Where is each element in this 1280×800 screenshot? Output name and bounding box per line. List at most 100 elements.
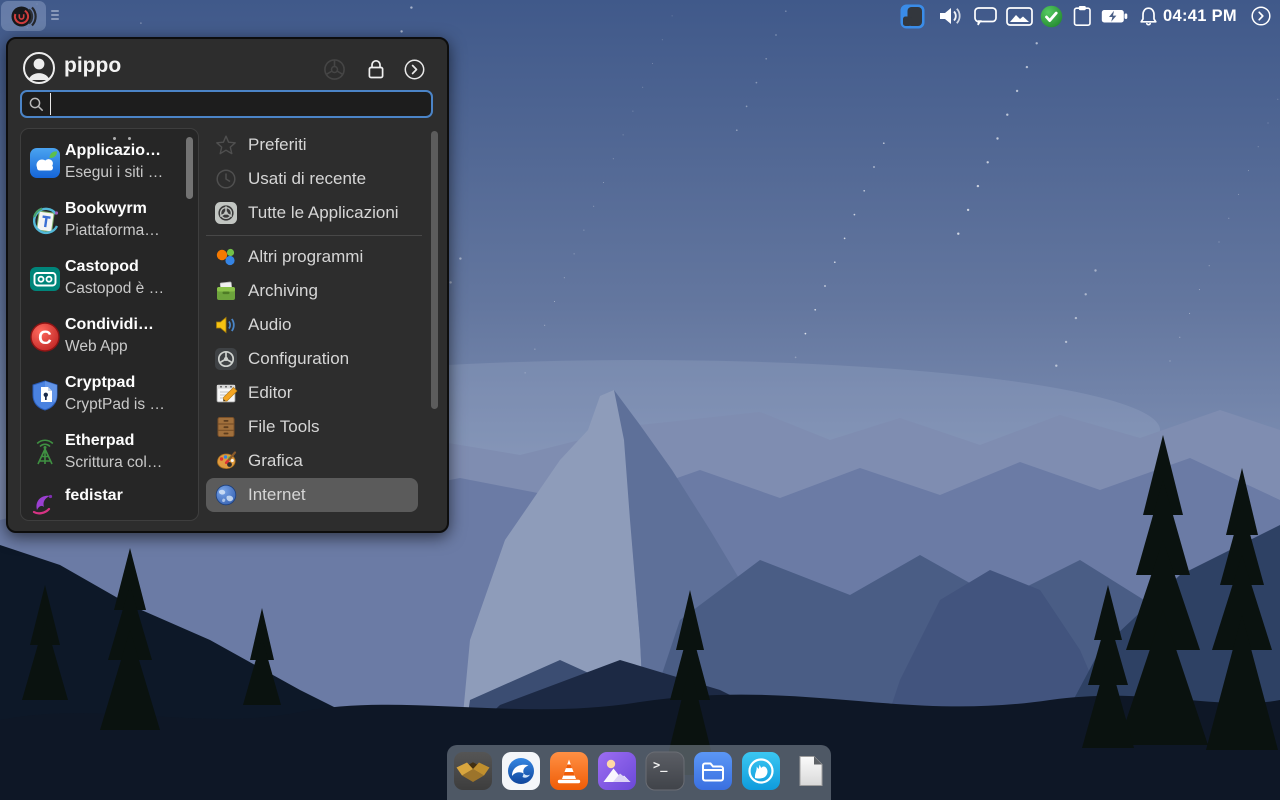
category-configuration[interactable]: Configuration <box>206 342 438 376</box>
category-grafica[interactable]: Grafica <box>206 444 438 478</box>
menu-header: pippo <box>8 39 447 91</box>
app-item-fedistar[interactable]: fedistar <box>21 481 198 521</box>
vlc-icon[interactable] <box>549 751 589 791</box>
notepad-pencil-icon <box>214 381 238 405</box>
app-name: fedistar <box>65 487 123 505</box>
bookwyrm-icon <box>29 205 61 237</box>
librewolf-icon[interactable] <box>741 751 781 791</box>
svg-text:C: C <box>38 328 52 349</box>
chat-icon[interactable] <box>974 0 998 32</box>
screenshot-icon[interactable] <box>1006 0 1033 32</box>
file-manager-icon[interactable] <box>693 751 733 791</box>
category-altri-programmi[interactable]: Altri programmi <box>206 240 438 274</box>
dock: >_ <box>447 745 831 800</box>
category-editor[interactable]: Editor <box>206 376 438 410</box>
nav-label: Usati di recente <box>248 169 366 189</box>
apps-scrollbar[interactable] <box>186 137 193 199</box>
logout-icon[interactable] <box>402 57 426 81</box>
app-desc: CryptPad is … <box>65 396 165 414</box>
fedistar-icon <box>29 487 61 519</box>
app-name: Cryptpad <box>65 374 135 392</box>
notifications-icon[interactable] <box>1139 0 1158 32</box>
category-label: Altri programmi <box>248 247 363 267</box>
clock[interactable]: 04:41 PM <box>1158 0 1242 32</box>
desktop: 04:41 PM pippo <box>0 0 1280 800</box>
speaker-icon <box>214 313 238 337</box>
app-name: Bookwyrm <box>65 200 147 218</box>
clipboard-icon[interactable] <box>1073 0 1092 32</box>
app-window-icon[interactable] <box>900 0 925 32</box>
webapps-cloud-icon <box>29 147 61 179</box>
app-name: Etherpad <box>65 432 134 450</box>
category-label: Configuration <box>248 349 349 369</box>
app-desc: Castopod è … <box>65 280 164 298</box>
app-item-applicazioni[interactable]: Applicazio… Esegui i siti … <box>21 136 198 192</box>
lock-icon[interactable] <box>364 57 388 81</box>
updates-ok-icon[interactable] <box>1040 0 1063 32</box>
nav-item-preferiti[interactable]: Preferiti <box>206 128 438 162</box>
category-file-tools[interactable]: File Tools <box>206 410 438 444</box>
thunderbird-icon[interactable] <box>501 751 541 791</box>
all-apps-wheel-icon <box>214 201 238 225</box>
archive-box-icon <box>214 279 238 303</box>
nav-item-tutte-le-applicazioni[interactable]: Tutte le Applicazioni <box>206 196 438 230</box>
avatar[interactable] <box>22 51 56 85</box>
svg-text:>_: >_ <box>653 758 668 773</box>
category-label: Audio <box>248 315 291 335</box>
libreoffice-document-icon[interactable] <box>789 751 829 791</box>
terminal-icon[interactable]: >_ <box>645 751 685 791</box>
category-label: Archiving <box>248 281 318 301</box>
expand-icon[interactable] <box>1251 0 1271 32</box>
volume-icon[interactable] <box>938 0 963 32</box>
clock-icon <box>214 167 238 191</box>
app-item-etherpad[interactable]: Etherpad Scrittura col… <box>21 426 198 482</box>
app-item-bookwyrm[interactable]: Bookwyrm Piattaforma… <box>21 194 198 250</box>
settings-wheel-icon[interactable] <box>322 57 346 81</box>
app-name: Condividi… <box>65 316 154 334</box>
categories-column: Preferiti Usati di recente <box>206 128 438 512</box>
category-label: Editor <box>248 383 292 403</box>
user-name: pippo <box>64 54 121 78</box>
categories-scrollbar[interactable] <box>431 131 438 409</box>
star-icon <box>214 133 238 157</box>
category-internet[interactable]: Internet <box>206 478 418 512</box>
palette-icon <box>214 449 238 473</box>
castopod-cassette-icon <box>29 263 61 295</box>
nav-item-recenti[interactable]: Usati di recente <box>206 162 438 196</box>
nav-label: Preferiti <box>248 135 307 155</box>
panel-grip-icon[interactable] <box>51 10 59 22</box>
distro-logo-icon <box>10 3 37 30</box>
app-desc: Web App <box>65 338 128 356</box>
drawer-icon <box>214 415 238 439</box>
app-item-castopod[interactable]: Castopod Castopod è … <box>21 252 198 308</box>
config-wheel-icon <box>214 347 238 371</box>
cryptpad-shield-icon <box>29 379 61 411</box>
category-label: File Tools <box>248 417 320 437</box>
photos-icon[interactable] <box>597 751 637 791</box>
globe-icon <box>214 483 238 507</box>
applications-menu-button[interactable] <box>1 1 46 31</box>
search-input[interactable] <box>50 93 431 115</box>
red-c-icon: C <box>29 321 61 353</box>
app-name: Applicazio… <box>65 142 161 160</box>
category-audio[interactable]: Audio <box>206 308 438 342</box>
search-icon <box>29 97 44 112</box>
colored-dots-icon <box>214 245 238 269</box>
battery-charging-icon[interactable] <box>1101 0 1128 32</box>
category-archiving[interactable]: Archiving <box>206 274 438 308</box>
top-panel: 04:41 PM <box>0 0 1280 32</box>
etherpad-antenna-icon <box>29 437 61 469</box>
app-item-cryptpad[interactable]: Cryptpad CryptPad is … <box>21 368 198 424</box>
clipped-item-remnant <box>113 128 143 132</box>
search-bar[interactable] <box>20 90 433 118</box>
app-desc: Scrittura col… <box>65 454 162 472</box>
package-box-icon[interactable] <box>453 751 493 791</box>
separator <box>206 235 422 236</box>
applications-list: Applicazio… Esegui i siti … Bookwyrm Pia… <box>20 128 199 521</box>
application-menu: pippo <box>6 37 449 533</box>
nav-label: Tutte le Applicazioni <box>248 203 399 223</box>
app-name: Castopod <box>65 258 139 276</box>
app-item-condividi[interactable]: C Condividi… Web App <box>21 310 198 366</box>
app-desc: Piattaforma… <box>65 222 160 240</box>
category-label: Grafica <box>248 451 303 471</box>
